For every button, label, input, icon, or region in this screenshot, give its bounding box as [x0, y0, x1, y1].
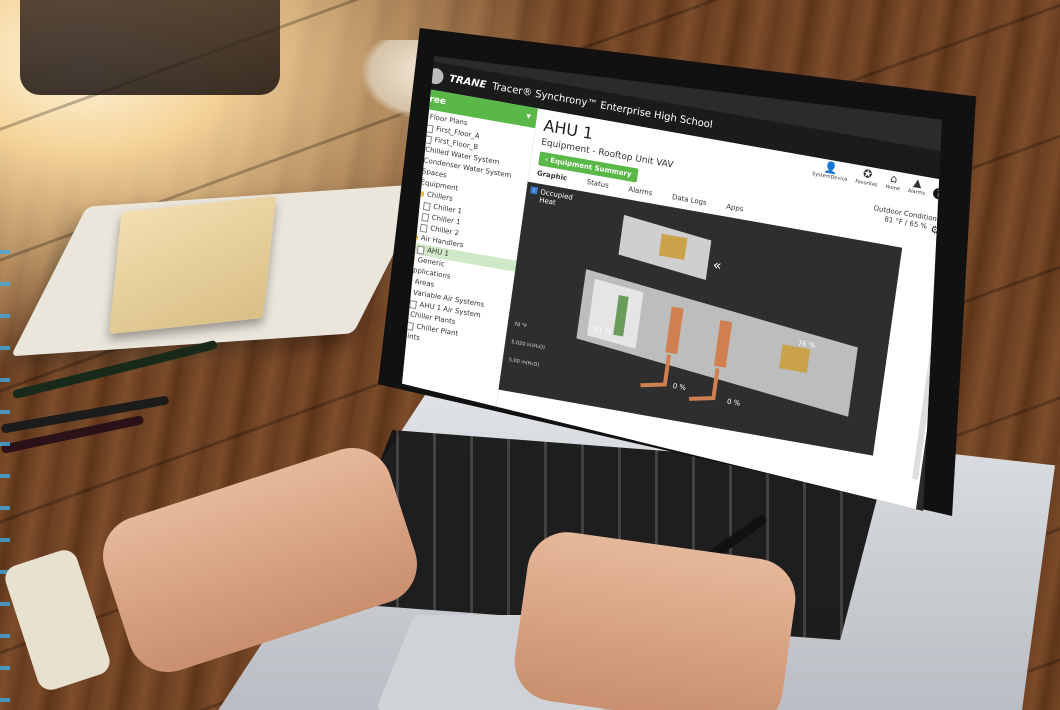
occupancy-mode: i Occupied Heat — [529, 186, 573, 209]
intake-arrows-icon: » — [561, 292, 570, 307]
user-icon: 👤 — [823, 160, 839, 176]
alarm-icon: ▲ — [912, 175, 923, 191]
mode-badge-icon: i — [530, 186, 539, 195]
notepad — [109, 195, 276, 335]
document-icon — [416, 245, 425, 255]
toolbar-alarms[interactable]: ▲ Alarms — [907, 176, 927, 197]
supply-fan — [779, 344, 811, 373]
tab-graphic[interactable]: Graphic — [536, 169, 567, 182]
background-photo: TRANE Tracer® Synchrony™ Enterprise High… — [0, 0, 1060, 710]
ahu-unit-diagram: « » 61 % 76 % 0 % 0 % — [561, 214, 858, 417]
toolbar-label: Alarms — [907, 187, 926, 197]
reading-pressure-2: 5.00 in(H₂O) — [508, 357, 540, 369]
tab-apps[interactable]: Apps — [726, 203, 744, 214]
tab-data-logs[interactable]: Data Logs — [671, 193, 707, 207]
airflow-arrows-icon: « — [712, 257, 723, 274]
toolbar-home[interactable]: ⌂ Home — [884, 171, 902, 193]
tab-status[interactable]: Status — [586, 178, 609, 190]
toolbar-favorites[interactable]: ✪ Favorites — [855, 167, 880, 189]
desk-tray — [20, 0, 280, 95]
document-icon — [419, 223, 428, 233]
document-icon — [422, 201, 431, 211]
dotted-border — [0, 250, 10, 710]
valve-1-pct: 0 % — [672, 382, 687, 392]
reading-temp: 78 °F — [513, 321, 528, 330]
star-icon: ✪ — [862, 166, 874, 182]
fan-motor-upper — [658, 233, 688, 261]
brand-name: TRANE — [448, 73, 488, 91]
chevron-down-icon[interactable]: ▾ — [526, 112, 532, 123]
valve-2-pct: 0 % — [727, 398, 742, 408]
toolbar-label: Favorites — [854, 178, 878, 189]
ahu-graphic: i Occupied Heat 78 °F 5.020 in(H₂O) 5.00… — [498, 181, 903, 456]
tab-alarms[interactable]: Alarms — [628, 185, 653, 197]
toolbar-label: Home — [884, 183, 901, 193]
document-icon — [421, 212, 430, 222]
reading-pressure-1: 5.020 in(H₂O) — [510, 339, 546, 352]
toolbar-system-device[interactable]: 👤 SystemDevice — [812, 159, 850, 183]
document-icon — [409, 299, 418, 309]
home-icon: ⌂ — [889, 171, 899, 186]
